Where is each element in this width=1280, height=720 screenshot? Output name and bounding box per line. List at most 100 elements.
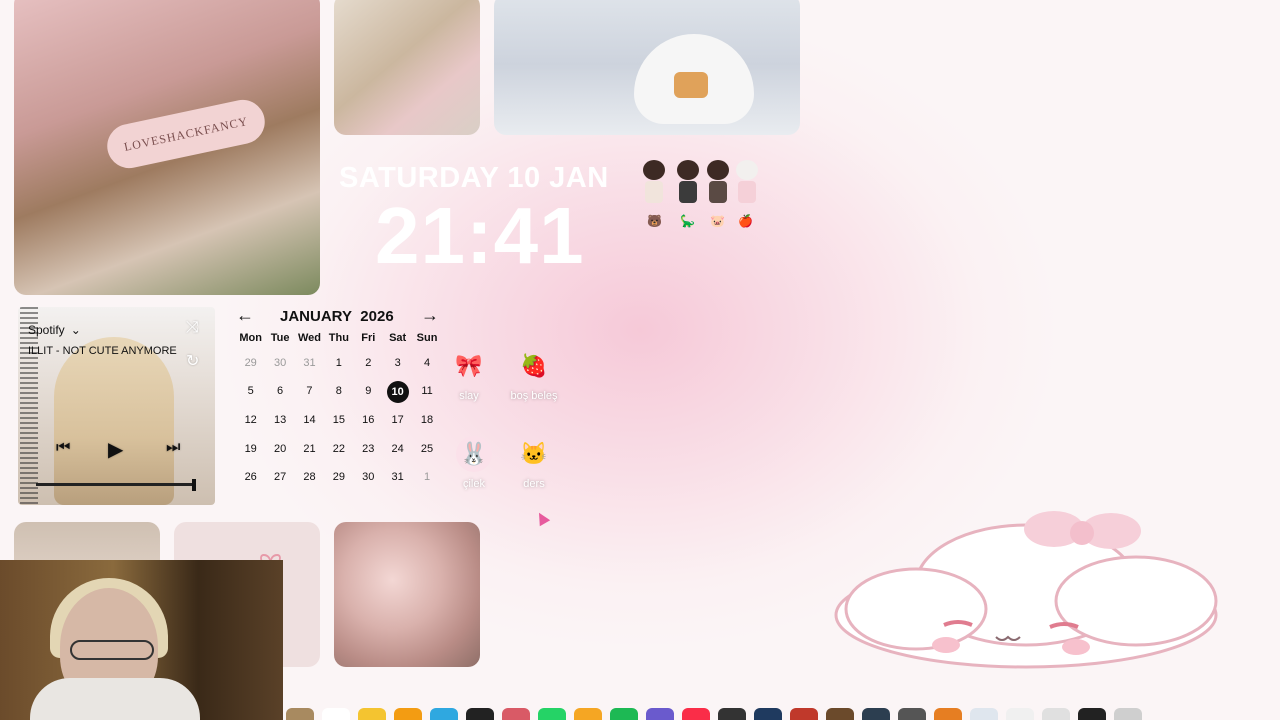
screen-icon[interactable] xyxy=(1078,708,1106,720)
calendar-day[interactable]: 5 xyxy=(236,381,265,401)
calendar-day[interactable]: 16 xyxy=(354,410,383,430)
duck-beak xyxy=(674,72,708,98)
calendar-day[interactable]: 27 xyxy=(265,467,294,487)
calendar-day[interactable]: 9 xyxy=(354,381,383,401)
calendar-day[interactable]: 29 xyxy=(324,467,353,487)
calendar-day[interactable]: 8 xyxy=(324,381,353,401)
pages-icon[interactable] xyxy=(394,708,422,720)
launchpad-icon[interactable] xyxy=(322,708,350,720)
playback-progress-knob[interactable] xyxy=(192,479,196,491)
calendar-day[interactable]: 29 xyxy=(236,353,265,373)
spotify-source-selector[interactable]: Spotify ⌄ xyxy=(28,323,81,337)
desktop-item-label: slay xyxy=(459,390,479,402)
calendar-day-today[interactable]: 10 xyxy=(386,381,409,403)
steam-icon[interactable] xyxy=(754,708,782,720)
photo-tile-duck xyxy=(494,0,800,135)
app-store-icon[interactable] xyxy=(430,708,458,720)
arrow-right-icon[interactable]: → xyxy=(421,305,439,326)
pink-bow xyxy=(1024,511,1141,549)
calendar-widget: ← JANUARY 2026 → Mon Tue Wed Thu Fri Sat… xyxy=(236,305,446,495)
trash-icon[interactable] xyxy=(1114,708,1142,720)
calendar-day[interactable]: 30 xyxy=(265,353,294,373)
whatsapp-icon[interactable] xyxy=(538,708,566,720)
calendar-day[interactable]: 25 xyxy=(412,439,441,459)
play-icon[interactable]: ▶ xyxy=(108,437,123,462)
desktop-item-bos-beles[interactable]: 🍓 boş beleş xyxy=(499,348,569,402)
discord-icon[interactable] xyxy=(646,708,674,720)
github-icon[interactable] xyxy=(466,708,494,720)
webcam-person-body xyxy=(30,678,200,720)
notes-icon[interactable] xyxy=(358,708,386,720)
music-icon[interactable] xyxy=(682,708,710,720)
settings-icon[interactable] xyxy=(898,708,926,720)
weekday-label: Sat xyxy=(389,332,407,344)
webcam-overlay xyxy=(0,560,283,720)
cloud-body xyxy=(834,523,1218,669)
calendar-day[interactable]: 3 xyxy=(383,353,412,373)
calendar-day[interactable]: 7 xyxy=(295,381,324,401)
dock xyxy=(282,708,1258,720)
calendar-week-row: 29 30 31 1 2 3 4 xyxy=(236,353,442,373)
obs-icon[interactable] xyxy=(862,708,890,720)
arrow-left-icon[interactable]: ← xyxy=(236,305,254,326)
calendar-day[interactable]: 14 xyxy=(295,410,324,430)
chevron-down-icon: ⌄ xyxy=(70,323,81,337)
bear-icon: 🐻 xyxy=(647,214,662,228)
calendar-day[interactable]: 12 xyxy=(236,410,265,430)
calendar-day[interactable]: 13 xyxy=(265,410,294,430)
calendar-day[interactable]: 2 xyxy=(354,353,383,373)
calendar-day[interactable]: 31 xyxy=(383,467,412,487)
previous-track-icon[interactable]: ⏮ xyxy=(56,439,70,457)
spotify-widget[interactable]: Spotify ⌄ ILLIT - NOT CUTE ANYMORE ⤨ ↻ ⏮… xyxy=(18,307,215,505)
document-icon[interactable] xyxy=(1006,708,1034,720)
calendar-year: 2026 xyxy=(360,308,394,325)
dino-icon: 🦕 xyxy=(680,214,695,228)
terminal-icon[interactable] xyxy=(718,708,746,720)
calendar-day[interactable]: 21 xyxy=(295,439,324,459)
calendar-header: ← JANUARY 2026 → xyxy=(236,305,442,327)
calendar-day[interactable]: 6 xyxy=(265,381,294,401)
calendar-day[interactable]: 31 xyxy=(295,353,324,373)
calendar-day[interactable]: 1 xyxy=(412,467,441,487)
desktop-item-label: ders xyxy=(523,478,545,490)
calendar-day[interactable]: 18 xyxy=(412,410,441,430)
desktop-item-slay[interactable]: 🎀 slay xyxy=(434,348,504,402)
folder-icon[interactable] xyxy=(970,708,998,720)
desktop-item-label: boş beleş xyxy=(510,390,558,402)
spotify-source-label: Spotify xyxy=(28,323,65,337)
hello-kitty-icon: 🐱 xyxy=(520,441,548,466)
calendar-day[interactable]: 15 xyxy=(324,410,353,430)
game-icon-2[interactable] xyxy=(934,708,962,720)
calendar-day[interactable]: 20 xyxy=(265,439,294,459)
calendar-day[interactable]: 28 xyxy=(295,467,324,487)
desktop-item-ders[interactable]: 🐱 ders xyxy=(499,436,569,490)
calendar-day[interactable]: 19 xyxy=(236,439,265,459)
calendar-day[interactable]: 24 xyxy=(383,439,412,459)
calendar-day[interactable]: 23 xyxy=(354,439,383,459)
playback-progress-bar[interactable] xyxy=(36,483,196,486)
next-track-icon[interactable]: ⏭ xyxy=(166,439,180,457)
shuffle-icon[interactable]: ⤨ xyxy=(186,319,199,337)
game-icon[interactable] xyxy=(790,708,818,720)
photos-icon[interactable] xyxy=(574,708,602,720)
calendar-month-year: JANUARY 2026 xyxy=(280,308,394,325)
photo-app-icon[interactable] xyxy=(502,708,530,720)
strawberry-icon: 🍓 xyxy=(520,353,548,378)
weekday-label: Thu xyxy=(328,332,349,344)
calendar-day[interactable]: 1 xyxy=(324,353,353,373)
repeat-icon[interactable]: ↻ xyxy=(186,351,199,371)
calendar-month: JANUARY xyxy=(280,308,352,325)
calendar-day[interactable]: 30 xyxy=(354,467,383,487)
calendar-day[interactable]: 22 xyxy=(324,439,353,459)
spotify-icon[interactable] xyxy=(610,708,638,720)
apple-icon: 🍎 xyxy=(738,214,753,228)
clock-display: 21:41 xyxy=(375,191,585,280)
calendar-day[interactable]: 17 xyxy=(383,410,412,430)
weekday-label: Wed xyxy=(297,332,321,344)
doll-sticker-2 xyxy=(675,160,701,204)
photo-tile-shop: LOVESHACKFANCY xyxy=(14,0,320,295)
minecraft-icon[interactable] xyxy=(826,708,854,720)
finder-icon[interactable] xyxy=(286,708,314,720)
downloads-icon[interactable] xyxy=(1042,708,1070,720)
calendar-day[interactable]: 26 xyxy=(236,467,265,487)
